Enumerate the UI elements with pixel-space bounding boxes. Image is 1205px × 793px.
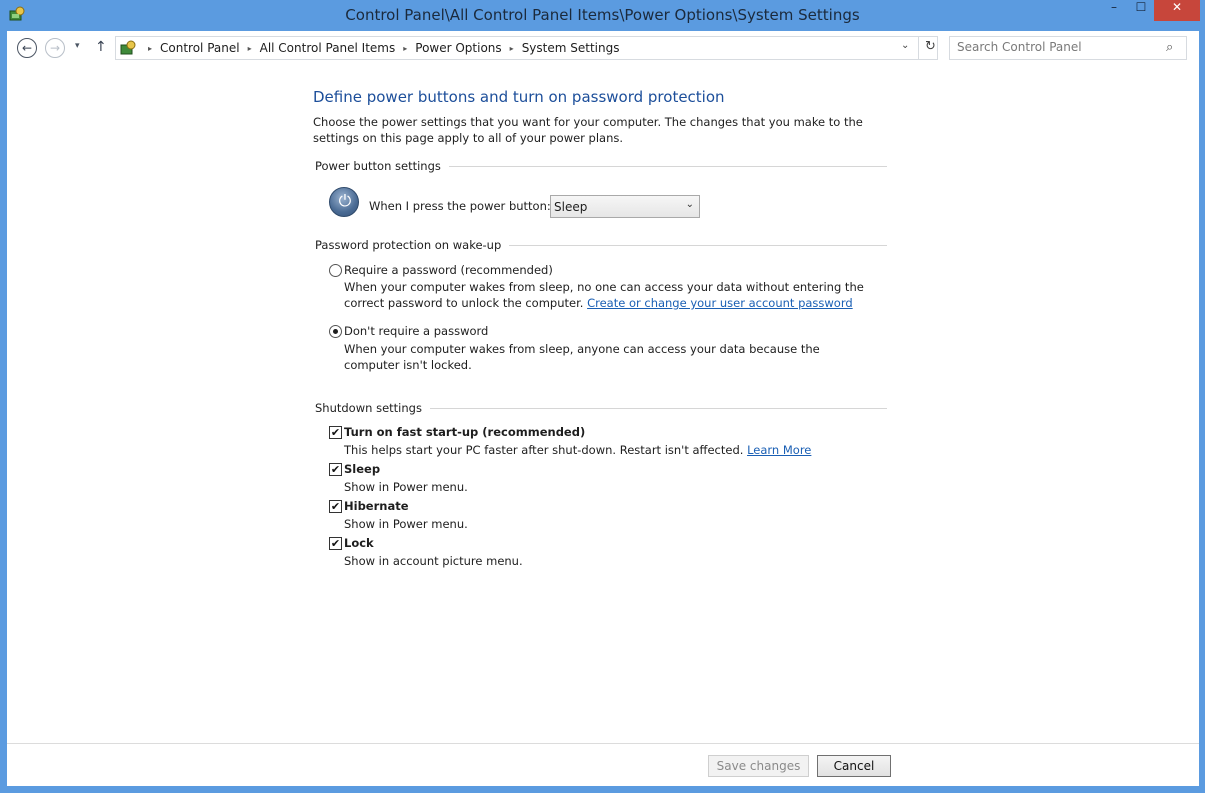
section-title: Power button settings — [315, 159, 441, 173]
breadcrumb: ▸ Control Panel ▸ All Control Panel Item… — [140, 41, 619, 55]
breadcrumb-control-panel[interactable]: Control Panel — [160, 41, 240, 55]
back-button[interactable]: ← — [17, 38, 37, 58]
breadcrumb-system-settings[interactable]: System Settings — [522, 41, 620, 55]
breadcrumb-all-items[interactable]: All Control Panel Items — [260, 41, 396, 55]
window: Control Panel\All Control Panel Items\Po… — [0, 0, 1205, 793]
search-input[interactable] — [957, 40, 1157, 54]
section-divider — [429, 407, 887, 409]
section-title: Shutdown settings — [315, 401, 422, 415]
power-glyph: ⏻ — [338, 191, 352, 210]
fast-startup-label[interactable]: Turn on fast start-up (recommended) — [344, 425, 585, 439]
window-title: Control Panel\All Control Panel Items\Po… — [345, 6, 860, 24]
fast-startup-checkbox[interactable]: ✔ — [329, 426, 342, 439]
shutdown-section-header: Shutdown settings — [315, 401, 887, 415]
hibernate-label[interactable]: Hibernate — [344, 499, 409, 513]
cancel-button[interactable]: Cancel — [817, 755, 891, 777]
lock-label[interactable]: Lock — [344, 536, 374, 550]
power-icon: ⏻ — [329, 187, 359, 217]
no-password-label[interactable]: Don't require a password — [344, 324, 488, 338]
title-bar[interactable]: Control Panel\All Control Panel Items\Po… — [0, 0, 1205, 30]
chevron-down-icon: ⌄ — [685, 199, 694, 210]
power-button-label: When I press the power button: — [369, 199, 551, 213]
breadcrumb-separator-icon[interactable]: ▸ — [248, 44, 252, 53]
sleep-checkbox[interactable]: ✔ — [329, 463, 342, 476]
refresh-icon[interactable]: ↻ — [925, 39, 936, 54]
address-bar[interactable]: ▸ Control Panel ▸ All Control Panel Item… — [115, 36, 938, 60]
footer-bar: Save changes Cancel — [7, 743, 1199, 786]
section-title: Password protection on wake-up — [315, 238, 502, 252]
lock-description: Show in account picture menu. — [344, 554, 523, 568]
breadcrumb-separator-icon[interactable]: ▸ — [148, 44, 152, 53]
save-changes-button[interactable]: Save changes — [708, 755, 809, 777]
fast-startup-description: This helps start your PC faster after sh… — [344, 442, 874, 458]
page-title: Define power buttons and turn on passwor… — [313, 88, 725, 106]
breadcrumb-power-options[interactable]: Power Options — [415, 41, 501, 55]
power-button-section-header: Power button settings — [315, 159, 887, 173]
address-dropdown-icon[interactable]: ⌄ — [901, 40, 909, 51]
maximize-button[interactable]: ☐ — [1128, 0, 1154, 20]
require-password-label[interactable]: Require a password (recommended) — [344, 263, 553, 277]
hibernate-description: Show in Power menu. — [344, 517, 468, 531]
no-password-description: When your computer wakes from sleep, any… — [344, 342, 820, 372]
no-password-radio[interactable] — [329, 325, 342, 338]
change-password-link[interactable]: Create or change your user account passw… — [587, 296, 853, 310]
up-button[interactable]: ↑ — [95, 39, 107, 55]
learn-more-link[interactable]: Learn More — [747, 443, 811, 457]
client-area: ← → ▾ ↑ ▸ Control Panel ▸ All Control Pa… — [7, 31, 1199, 786]
minimize-button[interactable]: – — [1100, 0, 1128, 20]
breadcrumb-separator-icon[interactable]: ▸ — [510, 44, 514, 53]
fast-startup-desc-text: This helps start your PC faster after sh… — [344, 443, 744, 457]
section-divider — [448, 165, 887, 167]
page-intro: Choose the power settings that you want … — [313, 115, 863, 145]
close-button[interactable]: ✕ — [1154, 0, 1200, 21]
search-box[interactable]: ⌕ — [949, 36, 1187, 60]
sleep-description: Show in Power menu. — [344, 480, 468, 494]
hibernate-checkbox[interactable]: ✔ — [329, 500, 342, 513]
search-icon[interactable]: ⌕ — [1166, 40, 1173, 55]
require-password-radio[interactable] — [329, 264, 342, 277]
address-divider — [918, 37, 919, 59]
section-divider — [509, 244, 887, 246]
breadcrumb-separator-icon[interactable]: ▸ — [403, 44, 407, 53]
require-password-description: When your computer wakes from sleep, no … — [344, 279, 874, 311]
forward-button[interactable]: → — [45, 38, 65, 58]
power-button-action-value: Sleep — [554, 200, 588, 214]
sleep-label[interactable]: Sleep — [344, 462, 380, 476]
recent-locations-dropdown[interactable]: ▾ — [75, 41, 80, 51]
lock-checkbox[interactable]: ✔ — [329, 537, 342, 550]
control-panel-icon — [120, 40, 136, 55]
navigation-bar: ← → ▾ ↑ ▸ Control Panel ▸ All Control Pa… — [7, 31, 1199, 64]
password-section-header: Password protection on wake-up — [315, 238, 887, 252]
power-button-action-select[interactable]: Sleep ⌄ — [550, 195, 700, 218]
radio-selected-dot — [333, 329, 338, 334]
